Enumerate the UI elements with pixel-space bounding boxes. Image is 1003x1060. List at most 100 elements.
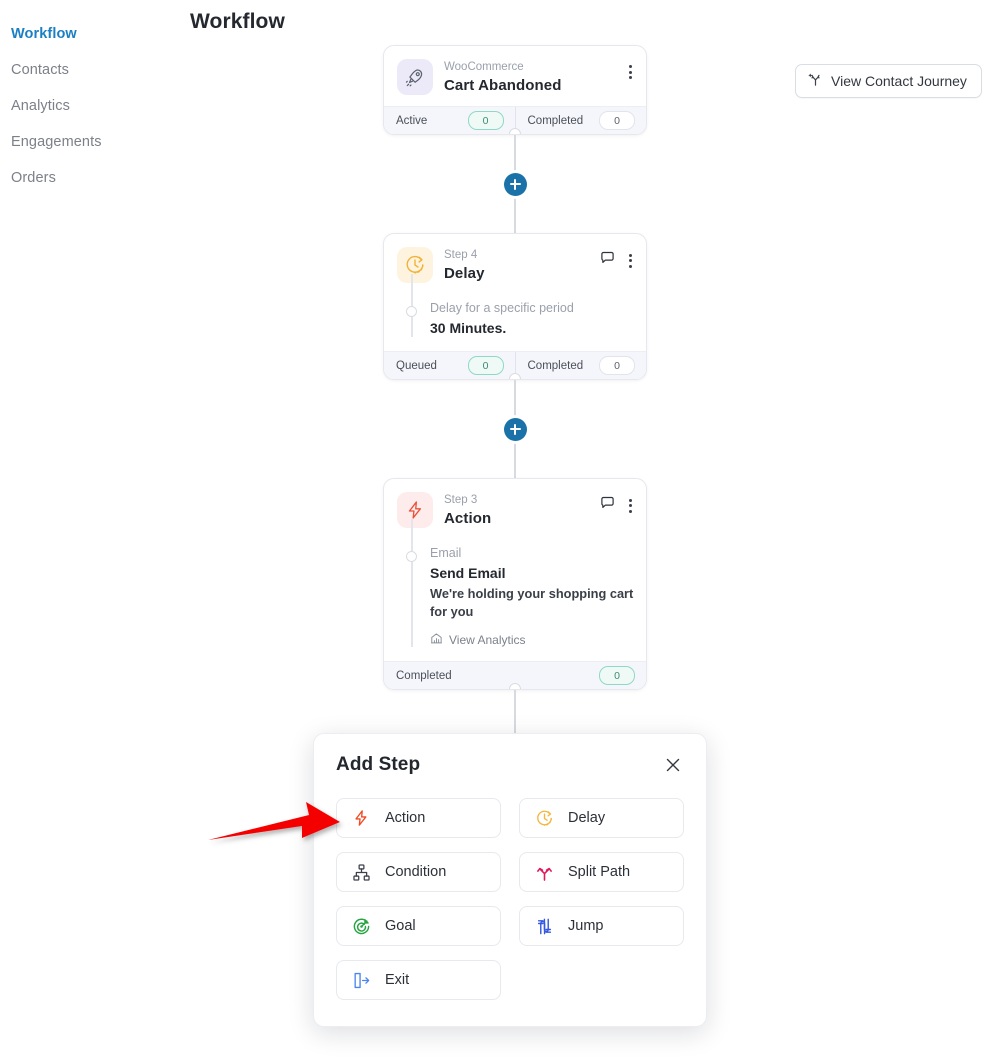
action-sub-label: Email	[430, 546, 462, 560]
sidebar-item-engagements[interactable]: Engagements	[0, 124, 170, 160]
add-step-option-label: Split Path	[568, 864, 631, 880]
action-kicker: Step 3	[444, 494, 478, 506]
add-step-option-condition[interactable]: Condition	[336, 852, 501, 892]
delay-stat-completed-count: 0	[599, 356, 635, 375]
bolt-icon	[351, 808, 371, 828]
trigger-stat-completed-label: Completed	[527, 114, 584, 127]
delay-stat-completed: Completed 0	[514, 352, 647, 379]
action-card[interactable]: Step 3 Action Email Send Email We're hol…	[383, 478, 647, 690]
add-step-options: Action Delay Condition Split Path Goal J…	[336, 798, 684, 1000]
plus-icon[interactable]	[503, 417, 527, 441]
workflow-page: Workflow Contacts Analytics Engagements …	[0, 0, 1003, 1060]
action-sub-value: Send Email	[430, 565, 506, 581]
delay-sub-value: 30 Minutes.	[430, 320, 507, 336]
add-step-option-label: Goal	[385, 918, 416, 934]
analytics-chart-icon	[430, 632, 443, 648]
comment-icon[interactable]	[600, 251, 615, 270]
trigger-stat-active: Active 0	[384, 107, 515, 134]
trigger-card-actions	[627, 59, 634, 81]
add-step-option-label: Jump	[568, 918, 604, 934]
add-step-option-split-path[interactable]: Split Path	[519, 852, 684, 892]
view-contact-journey-button[interactable]: View Contact Journey	[795, 64, 982, 98]
connector-node	[509, 128, 521, 134]
card-rail-node	[406, 551, 417, 562]
add-step-button-2[interactable]	[383, 407, 647, 451]
connector-line	[514, 206, 516, 233]
delay-card-header: Step 4 Delay	[384, 234, 646, 294]
add-step-option-goal[interactable]: Goal	[336, 906, 501, 946]
add-step-option-jump[interactable]: Jump	[519, 906, 684, 946]
clock-icon	[534, 808, 554, 828]
rocket-icon	[397, 59, 433, 95]
action-card-text: Step 3 Action	[444, 492, 589, 528]
connector-line	[514, 135, 516, 162]
workflow-canvas: WooCommerce Cart Abandoned Active 0 Comp…	[383, 45, 647, 780]
page-title: Workflow	[190, 10, 285, 33]
trigger-title: Cart Abandoned	[444, 77, 562, 94]
comment-icon[interactable]	[600, 496, 615, 515]
trigger-card[interactable]: WooCommerce Cart Abandoned Active 0 Comp…	[383, 45, 647, 135]
add-step-option-label: Condition	[385, 864, 447, 880]
add-step-option-exit[interactable]: Exit	[336, 960, 501, 1000]
trigger-stat-active-label: Active	[396, 114, 428, 127]
action-stat-completed-label: Completed	[396, 669, 452, 682]
add-step-modal-header: Add Step	[336, 754, 684, 776]
split-path-sparkle-icon	[808, 72, 823, 90]
add-step-modal-title: Add Step	[336, 754, 421, 775]
add-step-option-label: Exit	[385, 972, 410, 988]
sidebar-item-orders[interactable]: Orders	[0, 160, 170, 196]
action-card-header: Step 3 Action	[384, 479, 646, 539]
view-analytics-link[interactable]: View Analytics	[430, 632, 634, 648]
action-sub-desc: We're holding your shopping cart for you	[430, 586, 634, 619]
trigger-card-header: WooCommerce Cart Abandoned	[384, 46, 646, 106]
delay-stat-completed-label: Completed	[527, 359, 584, 372]
action-card-body: Email Send Email We're holding your shop…	[384, 519, 646, 661]
trigger-stat-completed: Completed 0	[514, 107, 647, 134]
delay-card[interactable]: Step 4 Delay Delay for a specific period	[383, 233, 647, 380]
sidebar-item-label: Workflow	[11, 26, 77, 42]
close-icon[interactable]	[662, 754, 684, 776]
delay-stat-queued: Queued 0	[384, 352, 515, 379]
add-step-option-label: Action	[385, 810, 426, 826]
add-step-button-1[interactable]	[383, 162, 647, 206]
action-title: Action	[444, 510, 492, 527]
exit-icon	[351, 970, 371, 990]
connector-line	[514, 380, 516, 407]
add-step-option-label: Delay	[568, 810, 606, 826]
sidebar-item-workflow[interactable]: Workflow	[0, 16, 170, 52]
hierarchy-icon	[351, 862, 371, 882]
add-step-option-delay[interactable]: Delay	[519, 798, 684, 838]
delay-stat-queued-count: 0	[467, 356, 504, 375]
card-rail	[411, 519, 413, 647]
plus-icon[interactable]	[503, 172, 527, 196]
delay-sub-label: Delay for a specific period	[430, 301, 574, 315]
connector-line	[514, 451, 516, 478]
target-icon	[351, 916, 371, 936]
sidebar-item-label: Contacts	[11, 62, 70, 78]
trigger-kebab-menu-icon[interactable]	[627, 63, 634, 81]
trigger-kicker: WooCommerce	[444, 61, 524, 73]
trigger-card-text: WooCommerce Cart Abandoned	[444, 59, 616, 95]
sidebar-item-label: Engagements	[11, 134, 102, 150]
delay-card-actions	[600, 247, 634, 270]
trigger-stat-active-count: 0	[467, 111, 504, 130]
action-card-actions	[600, 492, 634, 515]
clock-icon	[397, 247, 433, 283]
card-rail-node	[406, 306, 417, 317]
connector-line	[514, 690, 516, 736]
connector-node	[509, 373, 521, 379]
delay-card-text: Step 4 Delay	[444, 247, 589, 283]
delay-kebab-menu-icon[interactable]	[627, 252, 634, 270]
view-analytics-label: View Analytics	[449, 633, 526, 647]
sidebar-item-label: Orders	[11, 170, 56, 186]
connector-node	[509, 683, 521, 689]
add-step-modal: Add Step Action Delay Condition Split Pa…	[313, 733, 707, 1027]
view-contact-journey-label: View Contact Journey	[831, 73, 967, 89]
sidebar-item-contacts[interactable]: Contacts	[0, 52, 170, 88]
add-step-option-action[interactable]: Action	[336, 798, 501, 838]
bolt-icon	[397, 492, 433, 528]
delay-title: Delay	[444, 265, 485, 282]
action-kebab-menu-icon[interactable]	[627, 497, 634, 515]
sidebar-item-analytics[interactable]: Analytics	[0, 88, 170, 124]
delay-stat-queued-label: Queued	[396, 359, 437, 372]
